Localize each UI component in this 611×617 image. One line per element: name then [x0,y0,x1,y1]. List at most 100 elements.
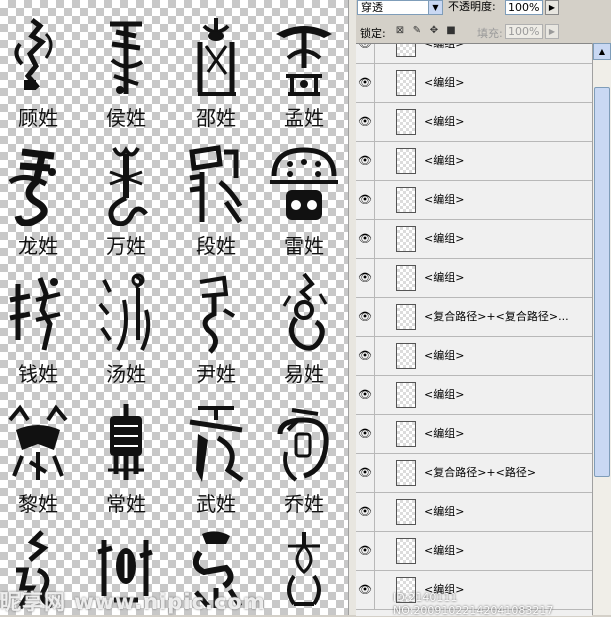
layer-row[interactable]: 👁 <编组> [356,532,592,571]
surname-label: 钱姓 [18,362,58,386]
surname-cell[interactable]: 贺姓 [0,518,78,615]
surname-cell[interactable]: 常姓 [86,392,166,520]
surname-cell[interactable]: 段姓 [176,134,256,262]
surname-cell[interactable]: 武姓 [176,392,256,520]
surname-cell[interactable]: 雷姓 [264,134,344,262]
eye-icon[interactable]: 👁 [356,493,375,531]
scroll-thumb[interactable] [594,87,610,477]
eye-icon[interactable]: 👁 [356,454,375,492]
layer-row[interactable]: 👁 <复合路径>+<路径> [356,454,592,493]
surname-cell[interactable]: 易姓 [264,262,344,390]
eye-icon[interactable]: 👁 [356,103,375,141]
opacity-input[interactable]: 100% [505,0,543,15]
layer-name[interactable]: <编组> [424,103,464,141]
layer-row[interactable]: 👁 <编组> [356,181,592,220]
scroll-up-icon[interactable]: ▲ [593,43,611,60]
lock-brush-icon[interactable]: ✎ [411,25,423,37]
layer-name[interactable]: <复合路径>+<路径> [424,454,536,492]
glyph-lai-icon [97,540,153,603]
surname-cell[interactable]: 钱姓 [0,262,78,390]
layer-row[interactable]: 👁 <编组> [356,376,592,415]
layer-name[interactable]: <编组> [424,376,464,414]
layer-name[interactable]: <编组> [424,493,464,531]
layer-name[interactable]: <编组> [424,532,464,570]
eye-icon[interactable]: 👁 [356,64,375,102]
glyph-long-icon [8,148,56,226]
layer-row[interactable]: 👁 <编组> [356,259,592,298]
layer-name[interactable]: <编组> [424,571,464,609]
glyph-wan-icon [108,146,148,226]
layer-name[interactable]: <编组> [424,220,464,258]
lock-transparent-icon[interactable]: ⊠ [394,25,406,37]
layer-name[interactable]: <编组> [424,64,464,102]
opacity-arrow-icon[interactable]: ▶ [545,0,559,15]
surname-label: 段姓 [196,234,236,258]
layer-thumbnail [396,538,416,564]
layer-name[interactable]: <编组> [424,415,464,453]
lock-row: 锁定: ⊠ ✎ ✥ ■ 填充: 100% ▶ [356,22,611,42]
eye-icon[interactable]: 👁 [356,259,375,297]
fill-input[interactable]: 100% [505,24,543,39]
surname-cell[interactable]: 顾姓 [0,6,78,134]
surname-cell[interactable]: 侯姓 [86,6,166,134]
glyph-li-icon [8,404,68,480]
layer-row[interactable]: 👁 <编组> [356,571,592,610]
glyph-yin-icon [199,275,236,354]
surname-label: 乔姓 [284,492,324,516]
glyph-tang-icon [98,273,151,352]
layer-name[interactable]: <编组> [424,337,464,375]
surname-cell[interactable]: 文姓 [264,518,344,615]
lock-move-icon[interactable]: ✥ [428,25,440,37]
glyph-qiao-icon [277,408,329,482]
eye-icon[interactable]: 👁 [356,44,375,63]
surname-cell[interactable]: 乔姓 [264,392,344,520]
eye-icon[interactable]: 👁 [356,142,375,180]
layer-row[interactable]: 👁 <复合路径>+<复合路径>... [356,298,592,337]
layer-row[interactable]: 👁 <编组> [356,44,592,64]
eye-icon[interactable]: 👁 [356,337,375,375]
layer-name[interactable]: <编组> [424,142,464,180]
chevron-down-icon[interactable]: ▼ [428,1,442,14]
layer-row[interactable]: 👁 <编组> [356,493,592,532]
document-canvas[interactable]: 顾姓 侯姓 邵姓 孟姓龙姓 万姓 段姓 雷姓钱姓 汤姓 尹姓 易姓黎姓 常姓 武姓 乔姓贺姓赖姓龚姓文姓 [0,0,348,615]
layers-scrollbar[interactable]: ▲ [592,43,611,615]
layer-row[interactable]: 👁 <编组> [356,220,592,259]
layer-name[interactable]: <编组> [424,181,464,219]
layer-thumbnail [396,44,416,57]
blend-mode-select[interactable]: 穿透 ▼ [357,0,443,15]
layer-name[interactable]: <复合路径>+<复合路径>... [424,298,569,336]
lock-all-icon[interactable]: ■ [445,25,457,37]
surname-cell[interactable]: 龚姓 [176,518,256,615]
eye-icon[interactable]: 👁 [356,532,375,570]
surname-cell[interactable]: 万姓 [86,134,166,262]
glyph-gong-icon [192,531,243,608]
surname-cell[interactable]: 赖姓 [86,518,166,615]
eye-icon[interactable]: 👁 [356,376,375,414]
eye-icon[interactable]: 👁 [356,181,375,219]
layer-row[interactable]: 👁 <编组> [356,64,592,103]
eye-icon[interactable]: 👁 [356,415,375,453]
layer-row[interactable]: 👁 <编组> [356,142,592,181]
fill-arrow-icon[interactable]: ▶ [545,24,559,39]
layer-name[interactable]: <编组> [424,259,464,297]
layer-thumbnail [396,109,416,135]
glyph-chang-icon [108,404,144,480]
eye-icon[interactable]: 👁 [356,571,375,609]
surname-cell[interactable]: 孟姓 [264,6,344,134]
surname-label: 武姓 [196,492,236,516]
layer-name[interactable]: <编组> [424,44,464,63]
eye-icon[interactable]: 👁 [356,220,375,258]
glyph-gu-icon [14,18,53,90]
eye-icon[interactable]: 👁 [356,298,375,336]
surname-cell[interactable]: 龙姓 [0,134,78,262]
layer-row[interactable]: 👁 <编组> [356,103,592,142]
glyph-lei-icon [270,147,338,220]
surname-cell[interactable]: 黎姓 [0,392,78,520]
layer-row[interactable]: 👁 <编组> [356,337,592,376]
glyph-qian-icon [9,277,61,351]
surname-cell[interactable]: 汤姓 [86,262,166,390]
surname-cell[interactable]: 尹姓 [176,262,256,390]
surname-cell[interactable]: 邵姓 [176,6,256,134]
layer-row[interactable]: 👁 <编组> [356,415,592,454]
layer-thumbnail [396,226,416,252]
